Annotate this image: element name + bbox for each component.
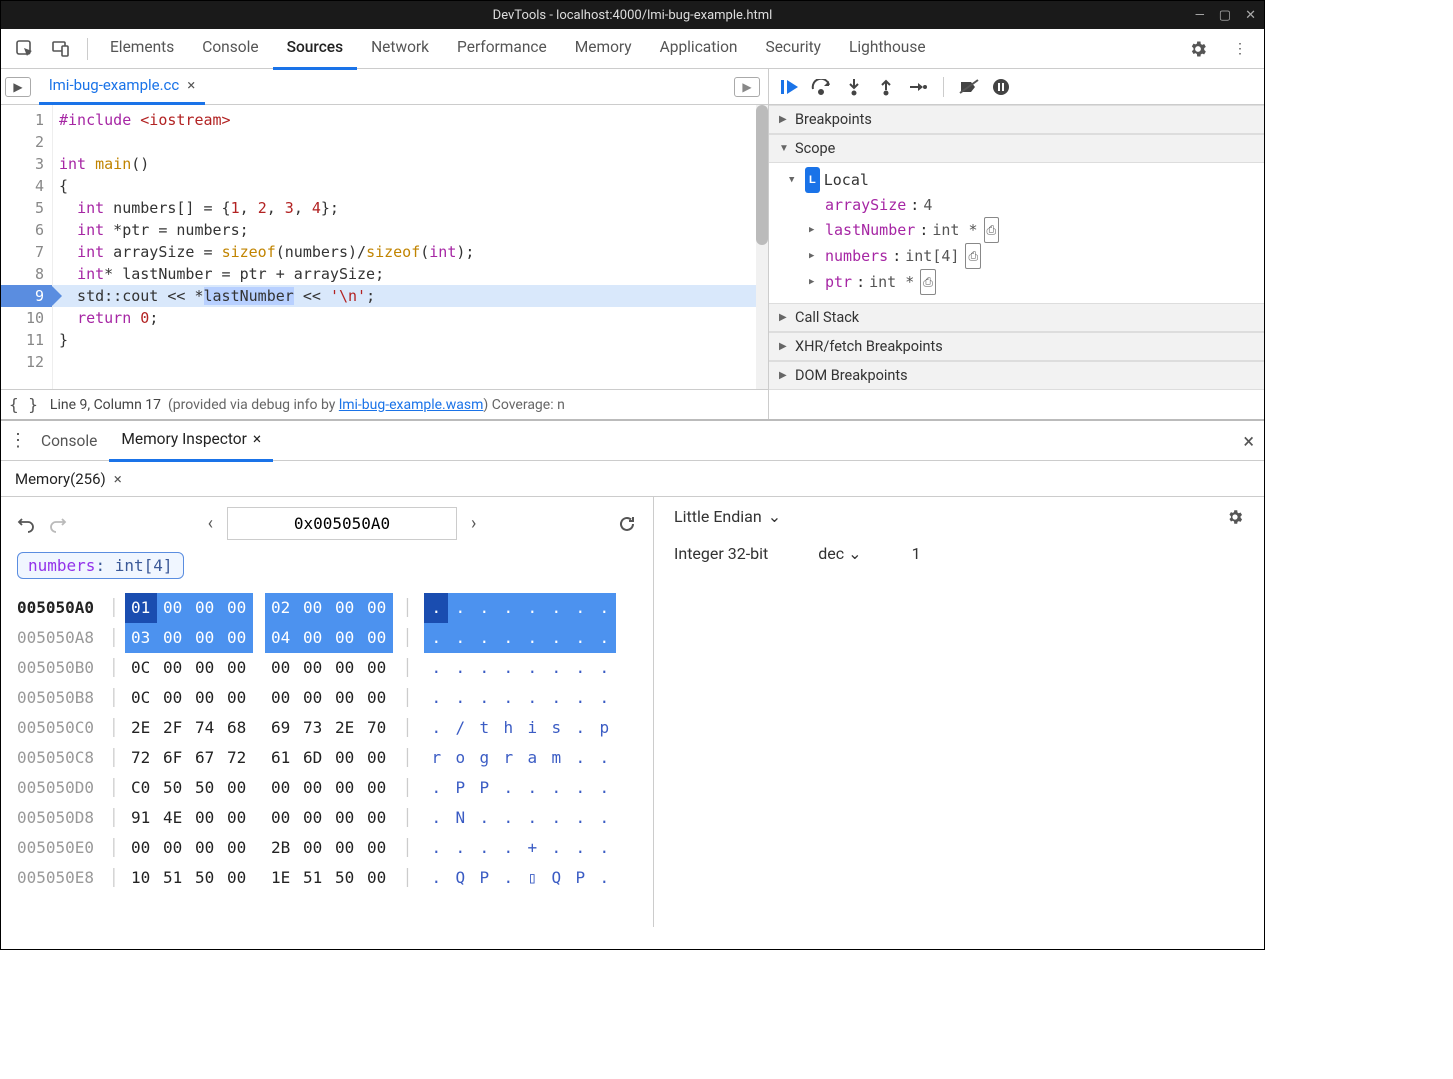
navigator-toggle-icon[interactable]: ▶ (5, 77, 31, 97)
vertical-scrollbar[interactable] (756, 105, 768, 389)
resume-icon[interactable] (779, 76, 801, 98)
close-icon[interactable]: ✕ (1245, 8, 1256, 23)
file-tab[interactable]: lmi-bug-example.cc × (39, 68, 205, 105)
titlebar: DevTools - localhost:4000/lmi-bug-exampl… (1, 1, 1264, 29)
inspect-icon[interactable] (11, 35, 39, 63)
main-toolbar: ElementsConsoleSourcesNetworkPerformance… (1, 29, 1264, 69)
code-editor[interactable]: #include <iostream>int main(){ int numbe… (53, 105, 756, 389)
drawer-more-icon[interactable]: ⋮ (7, 430, 29, 451)
variable-chip[interactable]: numbers: int[4] (17, 552, 184, 579)
tab-memory[interactable]: Memory (561, 27, 646, 70)
step-out-icon[interactable] (875, 76, 897, 98)
pretty-print-icon[interactable]: { } (9, 395, 38, 414)
run-snippet-icon[interactable]: ▶ (734, 77, 760, 97)
line-gutter[interactable]: 123456789101112 (1, 105, 53, 389)
prev-page-icon[interactable]: ‹ (208, 513, 213, 534)
close-tab-icon[interactable]: × (253, 419, 261, 459)
editor-status: { } Line 9, Column 17 (provided via debu… (1, 389, 768, 419)
more-icon[interactable]: ⋮ (1226, 35, 1254, 63)
wasm-link[interactable]: lmi-bug-example.wasm (339, 397, 484, 413)
settings-icon[interactable] (1184, 35, 1212, 63)
tab-console[interactable]: Console (188, 27, 272, 70)
deactivate-breakpoints-icon[interactable] (958, 76, 980, 98)
drawer-tab-console[interactable]: Console (29, 419, 109, 462)
tab-performance[interactable]: Performance (443, 27, 561, 70)
panel-scope[interactable]: ▼Scope (769, 134, 1264, 163)
pause-icon[interactable] (990, 76, 1012, 98)
scope-var[interactable]: arraySize: 4 (789, 193, 1264, 217)
chevron-down-icon: ⌄ (768, 507, 781, 526)
scope-var[interactable]: ▶lastNumber: int *⎙ (789, 217, 1264, 243)
memory-chip-icon[interactable]: ⎙ (920, 269, 936, 295)
tab-application[interactable]: Application (646, 27, 752, 70)
refresh-icon[interactable] (617, 514, 637, 534)
redo-icon[interactable] (49, 515, 67, 533)
window-title: DevTools - localhost:4000/lmi-bug-exampl… (493, 8, 773, 23)
panel-breakpoints[interactable]: ▶Breakpoints (769, 105, 1264, 134)
panel-dom-breakpoints[interactable]: ▶DOM Breakpoints (769, 361, 1264, 390)
memory-chip-icon[interactable]: ⎙ (965, 243, 981, 269)
int-value: 1 (912, 544, 921, 563)
drawer-tabs: ⋮ ConsoleMemory Inspector× × (1, 421, 1264, 461)
close-tab-icon[interactable]: × (187, 68, 195, 102)
chevron-down-icon: ⌄ (848, 544, 861, 563)
panel-xhr-fetch-breakpoints[interactable]: ▶XHR/fetch Breakpoints (769, 332, 1264, 361)
file-tabs: ▶ lmi-bug-example.cc × ▶ (1, 69, 768, 105)
memory-chip-icon[interactable]: ⎙ (984, 217, 1000, 243)
int-type-label: Integer 32-bit (674, 544, 768, 563)
format-select[interactable]: dec ⌄ (818, 544, 861, 563)
step-over-icon[interactable] (811, 76, 833, 98)
next-page-icon[interactable]: › (471, 513, 476, 534)
scope-var[interactable]: ▶numbers: int[4]⎙ (789, 243, 1264, 269)
memory-tab[interactable]: Memory(256) × (5, 461, 132, 497)
tab-lighthouse[interactable]: Lighthouse (835, 27, 940, 70)
tab-security[interactable]: Security (751, 27, 835, 70)
scope-var[interactable]: ▶ptr: int *⎙ (789, 269, 1264, 295)
debug-toolbar (769, 69, 1264, 105)
tab-sources[interactable]: Sources (273, 27, 358, 70)
panel-call-stack[interactable]: ▶Call Stack (769, 303, 1264, 332)
close-drawer-icon[interactable]: × (1243, 429, 1254, 453)
file-tab-label: lmi-bug-example.cc (49, 68, 179, 102)
device-toggle-icon[interactable] (47, 35, 75, 63)
undo-icon[interactable] (17, 515, 35, 533)
close-tab-icon[interactable]: × (114, 461, 122, 497)
tab-elements[interactable]: Elements (96, 27, 188, 70)
settings-icon[interactable] (1226, 508, 1244, 526)
maximize-icon[interactable]: ▢ (1219, 8, 1231, 23)
endian-select[interactable]: Little Endian ⌄ (674, 507, 781, 526)
hex-viewer[interactable]: 005050A0│0100000002000000│........005050… (17, 593, 637, 893)
tab-network[interactable]: Network (357, 27, 443, 70)
minimize-icon[interactable]: — (1195, 8, 1205, 23)
step-into-icon[interactable] (843, 76, 865, 98)
address-input[interactable] (227, 507, 457, 540)
step-icon[interactable] (907, 76, 929, 98)
drawer-tab-memory-inspector[interactable]: Memory Inspector× (109, 419, 273, 462)
